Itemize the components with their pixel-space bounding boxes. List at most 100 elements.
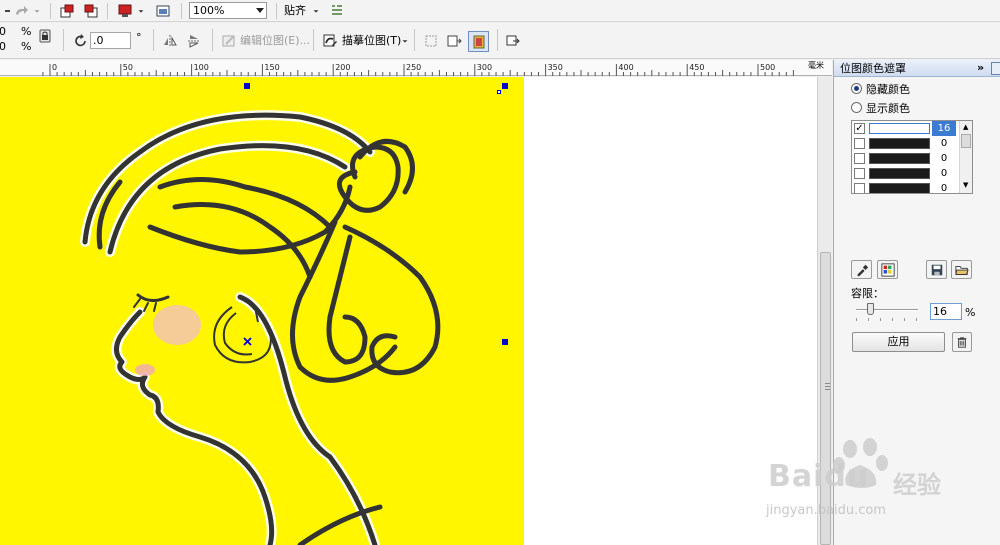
percent-label-x: % bbox=[21, 25, 32, 38]
mask-color-row[interactable]: 0 bbox=[852, 151, 958, 166]
drawing-canvas[interactable] bbox=[0, 77, 817, 545]
mask-color-swatch[interactable] bbox=[869, 123, 930, 134]
docker-title: 位图颜色遮罩 bbox=[834, 60, 1000, 77]
separator bbox=[212, 29, 213, 51]
docker-title-text: 位图颜色遮罩 bbox=[840, 62, 906, 75]
link-bitmap-icon[interactable] bbox=[504, 32, 522, 50]
hide-colors-label[interactable]: 隐藏颜色 bbox=[866, 83, 910, 96]
selection-handle-top-right[interactable] bbox=[502, 83, 508, 89]
snap-to-menu[interactable]: 贴齐 bbox=[284, 3, 306, 19]
tolerance-slider-track[interactable] bbox=[856, 309, 918, 311]
edit-bitmap-icon[interactable] bbox=[220, 32, 238, 50]
mask-color-row[interactable]: ✓ 16 bbox=[852, 121, 958, 136]
slider-tick bbox=[880, 318, 881, 321]
mask-color-tolerance[interactable]: 0 bbox=[932, 181, 956, 193]
options-list-icon[interactable] bbox=[328, 2, 346, 20]
ruler-tick-label: 450 bbox=[689, 63, 704, 72]
application-launcher-icon[interactable] bbox=[116, 2, 134, 20]
node-handle[interactable] bbox=[497, 90, 501, 94]
slider-tick bbox=[856, 318, 857, 321]
ruler-tick-label: 250 bbox=[406, 63, 421, 72]
rotate-icon bbox=[72, 32, 90, 50]
mirror-vertical-icon[interactable] bbox=[185, 32, 203, 50]
welcome-screen-icon[interactable] bbox=[154, 2, 172, 20]
folder-open-icon bbox=[954, 265, 969, 275]
lock-ratio-icon[interactable] bbox=[36, 27, 54, 45]
docker-tab-icon[interactable] bbox=[991, 62, 1000, 75]
color-picker-button[interactable] bbox=[851, 260, 872, 279]
chevron-down-icon[interactable] bbox=[256, 8, 264, 13]
mask-color-row[interactable]: 0 bbox=[852, 166, 958, 181]
mask-color-swatch[interactable] bbox=[869, 168, 930, 179]
vertical-scrollbar[interactable] bbox=[817, 77, 832, 545]
trace-bitmap-dropdown-icon[interactable] bbox=[400, 32, 410, 50]
ruler-tick-label: 0 bbox=[52, 63, 57, 72]
zoom-level-value: 100% bbox=[193, 4, 225, 17]
percent-label-y: % bbox=[21, 40, 32, 53]
zoom-level-select[interactable]: 100% bbox=[189, 2, 267, 19]
color-list-scrollbar[interactable]: ▲ ▼ bbox=[959, 121, 972, 193]
show-colors-label[interactable]: 显示颜色 bbox=[866, 102, 910, 115]
crop-bitmap-icon[interactable] bbox=[422, 32, 440, 50]
hide-colors-radio[interactable] bbox=[851, 83, 862, 94]
mask-color-swatch[interactable] bbox=[869, 138, 930, 149]
apply-button[interactable]: 应用 bbox=[852, 332, 945, 352]
selection-handle-top[interactable] bbox=[244, 83, 250, 89]
resample-icon[interactable] bbox=[445, 32, 463, 50]
mask-color-tolerance[interactable]: 0 bbox=[932, 166, 956, 181]
bitmap-artwork[interactable] bbox=[0, 77, 524, 545]
slider-tick bbox=[916, 318, 917, 321]
scale-y-input[interactable]: 0 bbox=[0, 41, 7, 54]
mask-color-checkbox[interactable]: ✓ bbox=[854, 123, 865, 134]
selection-handle-right[interactable] bbox=[502, 339, 508, 345]
ruler-tick-label: 50 bbox=[123, 63, 133, 72]
tolerance-input[interactable]: 16 bbox=[930, 303, 962, 320]
redo-icon[interactable] bbox=[12, 2, 30, 20]
separator bbox=[276, 3, 277, 19]
mask-color-checkbox[interactable] bbox=[854, 138, 865, 149]
mask-color-checkbox[interactable] bbox=[854, 183, 865, 193]
mask-color-checkbox[interactable] bbox=[854, 168, 865, 179]
lips bbox=[135, 364, 155, 376]
eyedropper-icon bbox=[857, 264, 868, 276]
mask-color-swatch[interactable] bbox=[869, 153, 930, 164]
delete-mask-button[interactable] bbox=[952, 332, 972, 352]
mask-color-swatch[interactable] bbox=[869, 183, 930, 193]
bitmap-color-mask-toggle[interactable] bbox=[468, 31, 489, 52]
trace-bitmap-icon[interactable] bbox=[321, 32, 339, 50]
ruler-unit-label: 毫米 bbox=[808, 61, 824, 70]
mask-color-tolerance[interactable]: 0 bbox=[932, 151, 956, 166]
mirror-horizontal-icon[interactable] bbox=[161, 32, 179, 50]
ruler-tick-label: 300 bbox=[477, 63, 492, 72]
save-mask-button[interactable] bbox=[926, 260, 947, 279]
export-icon[interactable] bbox=[82, 2, 100, 20]
mask-color-tolerance[interactable]: 0 bbox=[932, 136, 956, 151]
edit-color-button[interactable] bbox=[877, 260, 898, 279]
launcher-dropdown-icon[interactable] bbox=[136, 2, 146, 20]
scrollbar-thumb[interactable] bbox=[820, 252, 831, 545]
color-list-scroll-thumb[interactable] bbox=[961, 134, 971, 148]
open-mask-button[interactable] bbox=[951, 260, 972, 279]
floppy-disk-icon bbox=[931, 264, 942, 275]
snap-dropdown-icon[interactable] bbox=[311, 2, 321, 20]
horizontal-ruler[interactable]: 0 50 100 150 200 250 300 350 400 450 500 毫米 bbox=[0, 60, 832, 76]
scroll-up-arrow-icon[interactable]: ▲ bbox=[963, 123, 968, 131]
object-center-marker[interactable] bbox=[243, 337, 252, 346]
show-colors-radio[interactable] bbox=[851, 102, 862, 113]
collapse-docker-icon[interactable]: » bbox=[977, 62, 984, 74]
scale-x-input[interactable]: 0 bbox=[0, 26, 7, 39]
mask-color-row[interactable]: 0 bbox=[852, 136, 958, 151]
ruler-tick-label: 350 bbox=[548, 63, 563, 72]
import-icon[interactable] bbox=[58, 2, 76, 20]
separator bbox=[63, 29, 64, 51]
mask-color-tolerance[interactable]: 16 bbox=[932, 121, 956, 136]
rotation-angle-input[interactable]: .0 bbox=[90, 32, 131, 49]
tolerance-slider-thumb[interactable] bbox=[867, 303, 874, 315]
trace-bitmap-button[interactable]: 描摹位图(T) bbox=[342, 33, 401, 49]
mask-color-list[interactable]: ✓ 16 0 0 0 0 ▲ ▼ bbox=[851, 120, 973, 194]
mask-color-checkbox[interactable] bbox=[854, 153, 865, 164]
mask-color-row[interactable]: 0 bbox=[852, 181, 958, 193]
edit-bitmap-button[interactable]: 编辑位图(E)... bbox=[240, 33, 310, 49]
redo-dropdown-icon[interactable] bbox=[32, 2, 42, 20]
scroll-down-arrow-icon[interactable]: ▼ bbox=[963, 181, 968, 189]
